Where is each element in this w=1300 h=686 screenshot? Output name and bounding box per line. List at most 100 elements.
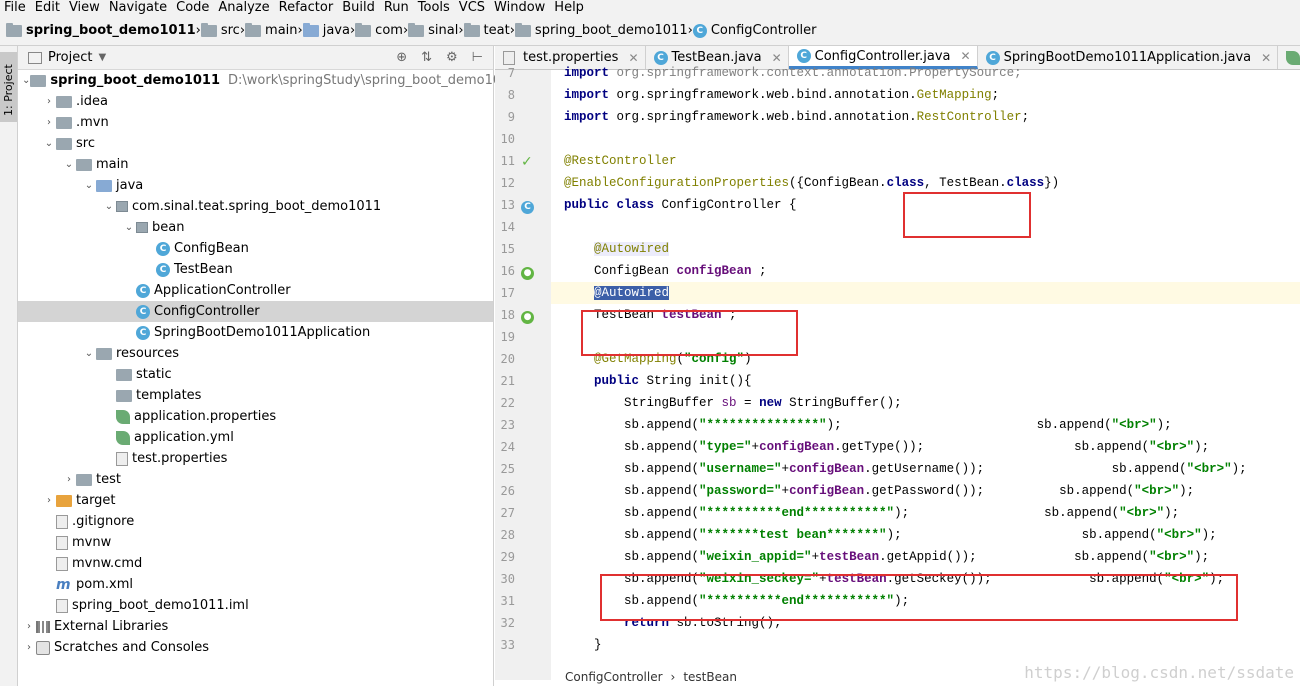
tree-item[interactable]: › .mvn <box>18 112 493 133</box>
code-line[interactable]: @RestController <box>564 150 677 172</box>
bean-gutter-icon[interactable]: ● <box>521 308 537 324</box>
menu-item-navigate[interactable]: Navigate <box>105 0 172 16</box>
chevron-right-icon[interactable]: › <box>42 495 56 506</box>
menu-item-view[interactable]: View <box>65 0 105 16</box>
tree-item[interactable]: spring_boot_demo1011.iml <box>18 595 493 616</box>
tree-item[interactable]: › Scratches and Consoles <box>18 637 493 658</box>
footer-class-crumb[interactable]: ConfigController <box>565 670 663 684</box>
code-line[interactable]: sb.append("type="+configBean.getType());… <box>564 436 1209 458</box>
code-line[interactable]: @EnableConfigurationProperties({ConfigBe… <box>564 172 1059 194</box>
editor-tab[interactable]: C SpringBootDemo1011Application.java ✕ <box>978 46 1279 69</box>
menu-item-refactor[interactable]: Refactor <box>275 0 339 16</box>
breadcrumb-item[interactable]: main <box>245 22 298 38</box>
editor-tab[interactable]: application.ym <box>1278 46 1300 69</box>
chevron-right-icon[interactable]: › <box>42 117 56 128</box>
project-root[interactable]: ⌄ spring_boot_demo1011 D:\work\springStu… <box>18 70 518 91</box>
breadcrumb-item[interactable]: src <box>200 22 240 38</box>
code-line[interactable]: TestBean testBean ; <box>564 304 737 326</box>
tree-item[interactable]: mvnw.cmd <box>18 553 493 574</box>
project-tool-window-tab[interactable]: 1: Project <box>0 52 17 122</box>
tree-item[interactable]: C ConfigBean <box>18 238 493 259</box>
chevron-down-icon[interactable]: ▼ <box>98 52 106 63</box>
code-line[interactable]: ConfigBean configBean ; <box>564 260 767 282</box>
menu-item-file[interactable]: File <box>0 0 31 16</box>
code-line[interactable]: sb.append("weixin_appid="+testBean.getAp… <box>564 546 1209 568</box>
tree-item[interactable]: ⌄ java <box>18 175 493 196</box>
tree-item[interactable]: › target <box>18 490 493 511</box>
code-view[interactable]: import org.springframework.context.annot… <box>551 66 1300 680</box>
code-line[interactable]: sb.append("**********end***********"); <box>564 590 909 612</box>
locate-icon[interactable]: ⊕ <box>396 50 407 65</box>
tree-item[interactable]: C TestBean <box>18 259 493 280</box>
breadcrumb-item[interactable]: java <box>302 22 350 38</box>
tree-item[interactable]: › test <box>18 469 493 490</box>
tree-item[interactable]: application.properties <box>18 406 493 427</box>
chevron-down-icon[interactable]: ⌄ <box>102 201 116 212</box>
tree-item[interactable]: mvnw <box>18 532 493 553</box>
tree-item[interactable]: › .idea <box>18 91 493 112</box>
bean-check-icon[interactable]: ✓ <box>521 154 537 170</box>
code-line[interactable]: return sb.toString(); <box>564 612 782 634</box>
chevron-down-icon[interactable]: ⌄ <box>82 180 96 191</box>
tree-item[interactable]: C SpringBootDemo1011Application <box>18 322 493 343</box>
breadcrumb-item[interactable]: C ConfigController <box>692 23 816 38</box>
code-line[interactable]: import org.springframework.context.annot… <box>564 62 1022 84</box>
menu-item-code[interactable]: Code <box>172 0 214 16</box>
code-line[interactable]: sb.append("*******test bean*******"); sb… <box>564 524 1217 546</box>
chevron-down-icon[interactable]: ⌄ <box>62 159 76 170</box>
tree-item[interactable]: ⌄ resources <box>18 343 493 364</box>
breadcrumb-item[interactable]: spring_boot_demo1011 <box>6 22 196 38</box>
class-gutter-icon[interactable]: C <box>521 198 537 214</box>
code-line[interactable]: sb.append("password="+configBean.getPass… <box>564 480 1194 502</box>
gear-icon[interactable]: ⚙ <box>446 50 458 65</box>
menu-item-edit[interactable]: Edit <box>31 0 65 16</box>
tree-item[interactable]: C ConfigController <box>18 301 493 322</box>
tree-item[interactable]: application.yml <box>18 427 493 448</box>
code-line[interactable]: StringBuffer sb = new StringBuffer(); <box>564 392 902 414</box>
hide-icon[interactable]: ⊢ <box>472 50 483 65</box>
project-panel-title[interactable]: Project <box>48 50 92 65</box>
code-line[interactable]: @Autowired <box>564 238 670 260</box>
close-icon[interactable]: ✕ <box>1261 51 1271 65</box>
code-line[interactable]: public String init(){ <box>564 370 752 392</box>
chevron-right-icon[interactable]: › <box>22 642 36 653</box>
tree-item[interactable]: ⌄ src <box>18 133 493 154</box>
tree-item[interactable]: › External Libraries <box>18 616 493 637</box>
menu-item-build[interactable]: Build <box>338 0 380 16</box>
tree-item[interactable]: m pom.xml <box>18 574 493 595</box>
code-line[interactable]: sb.append("username="+configBean.getUser… <box>564 458 1247 480</box>
menu-item-window[interactable]: Window <box>490 0 550 16</box>
menu-item-vcs[interactable]: VCS <box>455 0 490 16</box>
tree-item[interactable]: static <box>18 364 493 385</box>
tree-item[interactable]: ⌄ main <box>18 154 493 175</box>
menu-item-analyze[interactable]: Analyze <box>214 0 274 16</box>
code-line[interactable]: sb.append("weixin_seckey="+testBean.getS… <box>564 568 1224 590</box>
collapse-icon[interactable]: ⇅ <box>421 50 432 65</box>
breadcrumb-item[interactable]: spring_boot_demo1011 <box>514 22 688 38</box>
code-line[interactable]: public class ConfigController { <box>564 194 797 216</box>
code-line[interactable]: @GetMapping("config") <box>564 348 752 370</box>
tree-item[interactable]: ⌄ com.sinal.teat.spring_boot_demo1011 <box>18 196 493 217</box>
close-icon[interactable]: ✕ <box>961 49 971 63</box>
bean-gutter-icon[interactable]: ● <box>521 264 537 280</box>
breadcrumb-item[interactable]: com <box>355 22 403 38</box>
chevron-down-icon[interactable]: ⌄ <box>122 222 136 233</box>
tree-item[interactable]: templates <box>18 385 493 406</box>
code-line[interactable]: } <box>564 634 602 656</box>
code-line[interactable]: @Autowired <box>564 282 670 304</box>
chevron-right-icon[interactable]: › <box>42 96 56 107</box>
tree-item[interactable]: .gitignore <box>18 511 493 532</box>
code-line[interactable]: import org.springframework.web.bind.anno… <box>564 84 999 106</box>
footer-field-crumb[interactable]: testBean <box>683 670 737 684</box>
menu-item-help[interactable]: Help <box>550 0 589 16</box>
chevron-right-icon[interactable]: › <box>62 474 76 485</box>
menu-item-tools[interactable]: Tools <box>414 0 455 16</box>
code-line[interactable]: import org.springframework.web.bind.anno… <box>564 106 1029 128</box>
chevron-down-icon[interactable]: ⌄ <box>82 348 96 359</box>
chevron-down-icon[interactable]: ⌄ <box>42 138 56 149</box>
chevron-down-icon[interactable]: ⌄ <box>22 75 30 86</box>
code-line[interactable]: sb.append("***************"); sb.append(… <box>564 414 1172 436</box>
chevron-right-icon[interactable]: › <box>22 621 36 632</box>
menu-item-run[interactable]: Run <box>380 0 414 16</box>
tree-item[interactable]: test.properties <box>18 448 493 469</box>
